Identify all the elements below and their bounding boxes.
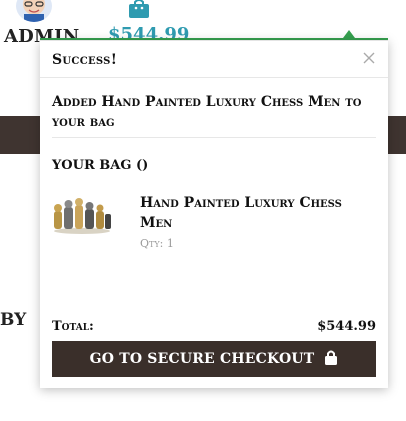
shopping-bag-icon[interactable] bbox=[128, 0, 150, 18]
checkout-label: GO TO SECURE CHECKOUT bbox=[89, 351, 315, 367]
item-qty: Qty: 1 bbox=[140, 237, 174, 250]
add-to-bag-popup: Success! Added Hand Painted Luxury Chess… bbox=[40, 40, 388, 388]
success-title: Success! bbox=[52, 52, 118, 68]
background-by-text: BY bbox=[0, 310, 27, 330]
bag-title: YOUR BAG () bbox=[52, 158, 149, 173]
dropdown-pointer bbox=[343, 30, 355, 38]
close-icon[interactable] bbox=[360, 49, 378, 67]
total-label: Total: bbox=[52, 318, 94, 334]
item-thumbnail[interactable] bbox=[52, 197, 112, 235]
lock-icon bbox=[324, 349, 338, 369]
item-name[interactable]: Hand Painted Luxury Chess Men bbox=[140, 193, 364, 233]
popup-header: Success! bbox=[40, 41, 388, 78]
secure-checkout-button[interactable]: GO TO SECURE CHECKOUT bbox=[52, 341, 376, 377]
total-row: Total: $544.99 bbox=[52, 317, 376, 335]
avatar[interactable] bbox=[16, 0, 52, 22]
page: ADMIN $544.99 BY Success! Added Hand Pai… bbox=[0, 0, 406, 421]
added-message: Added Hand Painted Luxury Chess Men to y… bbox=[52, 92, 376, 138]
total-value: $544.99 bbox=[317, 318, 376, 334]
bag-item: Hand Painted Luxury Chess Men Qty: 1 bbox=[40, 195, 388, 265]
